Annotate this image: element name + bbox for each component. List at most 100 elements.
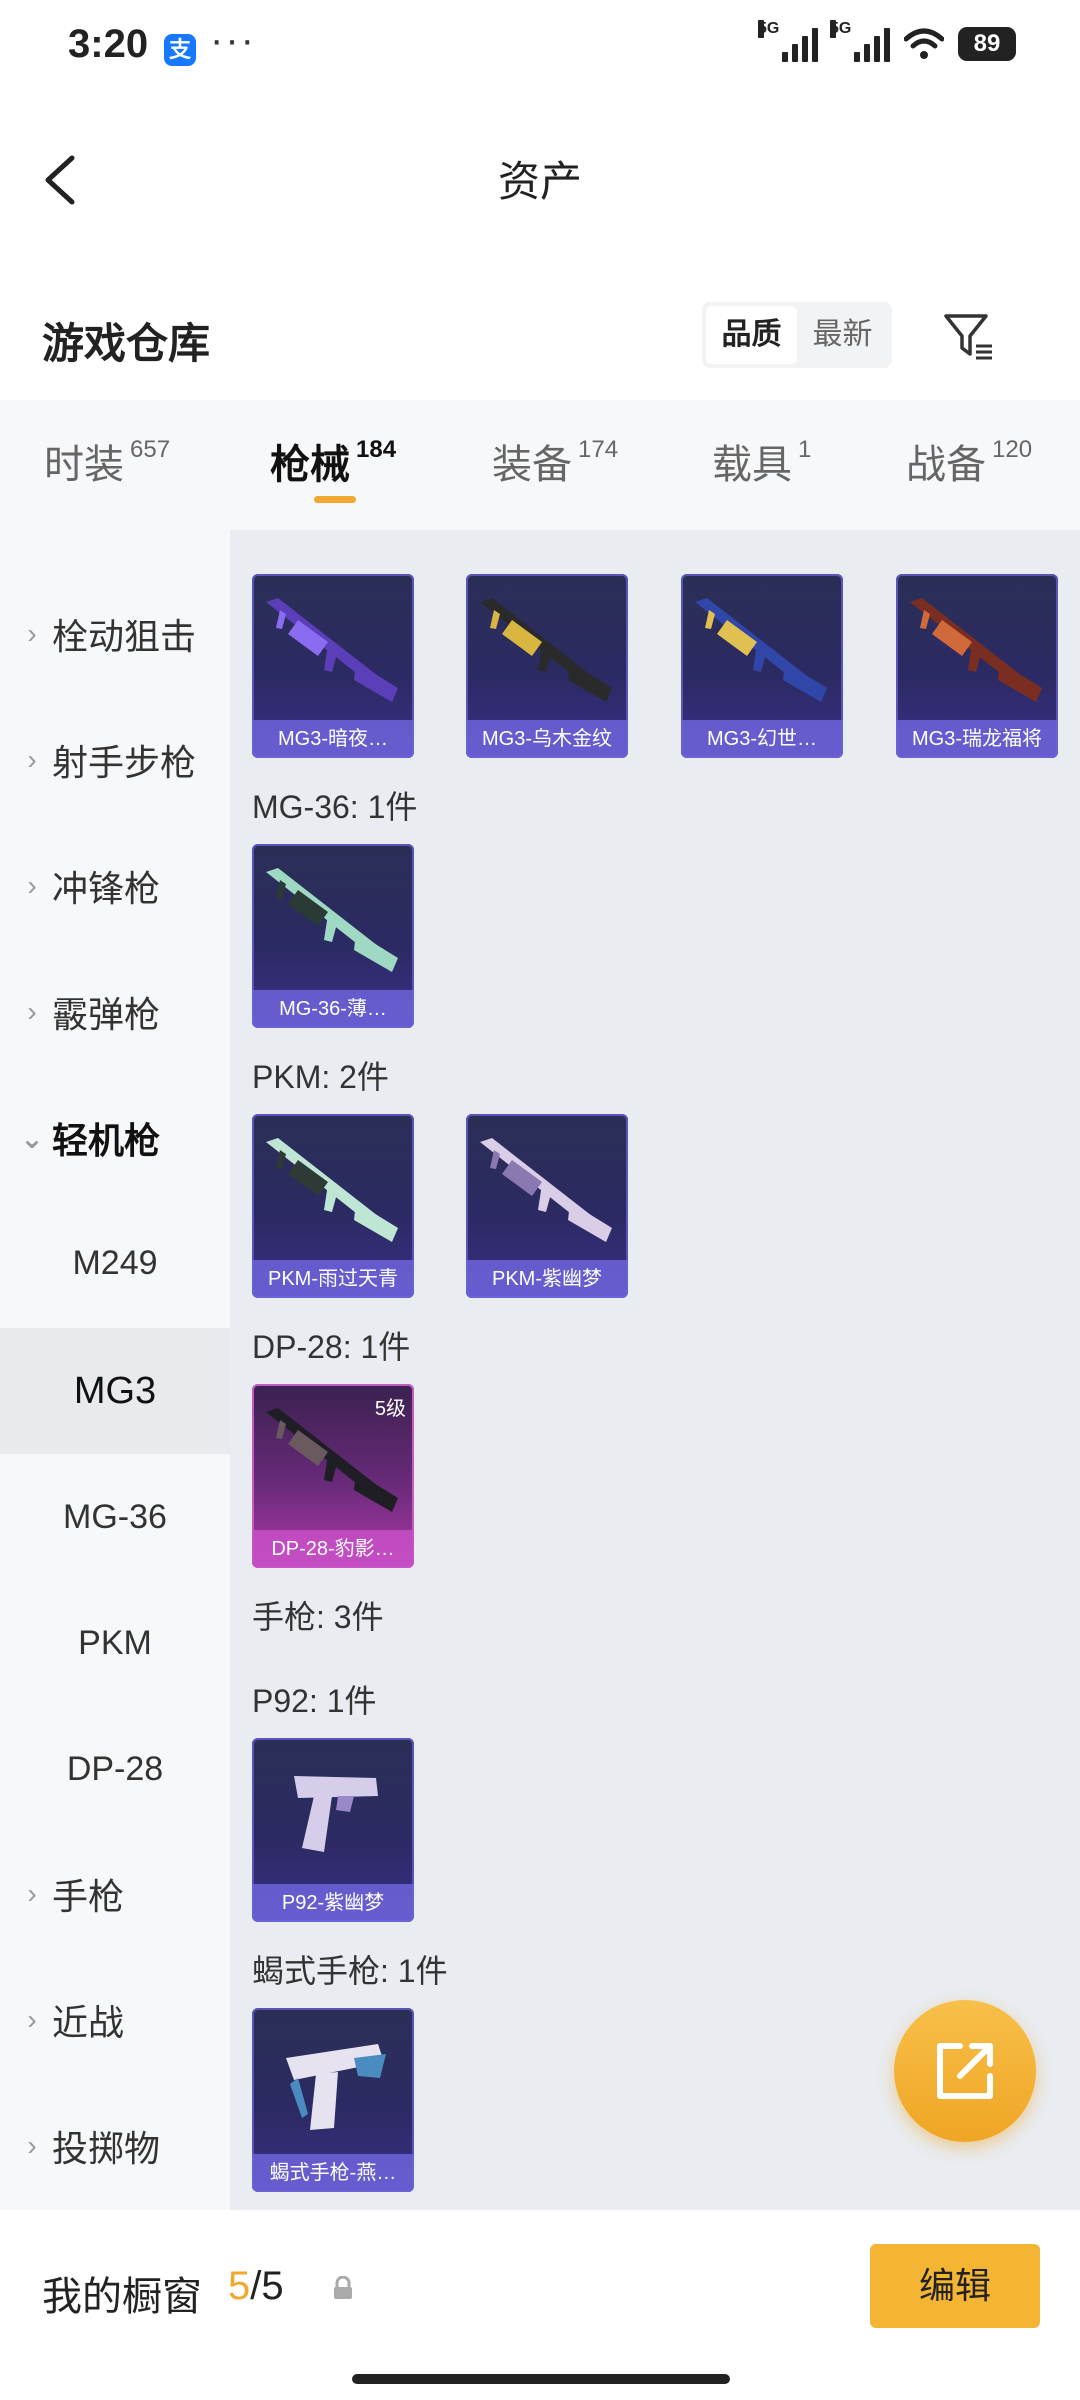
sidebar-subitem-dp28[interactable]: DP-28 bbox=[0, 1706, 230, 1832]
tab-supplies[interactable]: 战备 120 bbox=[906, 432, 1032, 490]
weapon-skin-name: PKM-雨过天青 bbox=[252, 1260, 414, 1298]
alipay-icon: 支 bbox=[164, 34, 196, 66]
weapon-skin-card[interactable]: MG3-乌木金纹 bbox=[466, 574, 628, 758]
machine-gun-icon bbox=[695, 598, 827, 702]
weapon-skin-card[interactable]: MG3-瑞龙福将 bbox=[896, 574, 1058, 758]
sort-toggle: 品质 最新 bbox=[702, 302, 892, 368]
weapon-skin-name: PKM-紫幽梦 bbox=[466, 1260, 628, 1298]
group-label-dp28: DP-28: 1件 bbox=[252, 1329, 411, 1365]
weapon-part-2 bbox=[336, 1796, 354, 1812]
weapon-part-2 bbox=[998, 662, 1042, 702]
chevron-right-icon: › bbox=[27, 2130, 37, 2161]
tab-count: 174 bbox=[578, 436, 619, 463]
group-label-scorpion: 蝎式手枪: 1件 bbox=[252, 1953, 448, 1989]
sidebar-subitem-pkm[interactable]: PKM bbox=[0, 1580, 230, 1706]
weapon-part-2 bbox=[354, 1472, 398, 1512]
chevron-right-icon: › bbox=[27, 870, 37, 901]
weapon-skin-name: 蝎式手枪-燕… bbox=[252, 2154, 414, 2192]
status-indicators: 5G 5G 89 bbox=[758, 20, 1016, 62]
weapon-part-2 bbox=[354, 932, 398, 972]
chevron-right-icon: › bbox=[27, 996, 37, 1027]
group-label-mg36: MG-36: 1件 bbox=[252, 789, 418, 825]
tab-guns[interactable]: 枪械 184 bbox=[270, 432, 396, 490]
section-title: 游戏仓库 bbox=[42, 320, 211, 367]
sidebar-item-bolt-sniper[interactable]: › 栓动狙击 bbox=[0, 574, 230, 694]
page-title: 资产 bbox=[497, 158, 582, 205]
tab-count: 184 bbox=[356, 436, 397, 463]
sort-quality-option[interactable]: 品质 bbox=[706, 306, 797, 364]
machine-gun-icon bbox=[480, 598, 612, 702]
chevron-right-icon: › bbox=[27, 2004, 37, 2035]
machine-gun-icon bbox=[910, 598, 1042, 702]
sidebar-item-throwables[interactable]: › 投掷物 bbox=[0, 2086, 230, 2206]
weapon-part-2 bbox=[354, 1202, 398, 1242]
tab-vehicles[interactable]: 载具 1 bbox=[712, 432, 811, 490]
share-button[interactable] bbox=[894, 2000, 1036, 2142]
sidebar-item-label: 轻机枪 bbox=[52, 1120, 161, 1161]
weapon-skin-name: MG3-瑞龙福将 bbox=[896, 720, 1058, 758]
status-time: 3:20 bbox=[68, 22, 149, 66]
weapon-skin-card[interactable]: PKM-紫幽梦 bbox=[466, 1114, 628, 1298]
weapon-skin-name: P92-紫幽梦 bbox=[252, 1884, 414, 1922]
battery-icon: 89 bbox=[958, 27, 1016, 61]
pistol-icon bbox=[294, 1776, 378, 1852]
tab-count: 120 bbox=[992, 436, 1033, 463]
weapon-skin-card[interactable]: MG3-暗夜… bbox=[252, 574, 414, 758]
weapon-skin-card[interactable]: MG-36-薄… bbox=[252, 844, 414, 1028]
sidebar-item-label: 霰弹枪 bbox=[52, 994, 161, 1035]
sidebar-subitem-mg36[interactable]: MG-36 bbox=[0, 1454, 230, 1580]
group-label-pkm: PKM: 2件 bbox=[252, 1059, 389, 1095]
weapon-skin-card[interactable]: 5级 DP-28-豹影… bbox=[252, 1384, 414, 1568]
weapon-part-1 bbox=[302, 1796, 332, 1852]
edit-button[interactable]: 编辑 bbox=[870, 2244, 1040, 2328]
weapon-part-2 bbox=[568, 1202, 612, 1242]
sidebar-item-smg[interactable]: › 冲锋枪 bbox=[0, 826, 230, 946]
weapon-skin-card[interactable]: MG3-幻世… bbox=[681, 574, 843, 758]
weapon-skin-name: MG3-暗夜… bbox=[252, 720, 414, 758]
machine-gun-icon bbox=[266, 868, 398, 972]
chevron-right-icon: › bbox=[27, 1878, 37, 1909]
weapon-skin-name: MG3-乌木金纹 bbox=[466, 720, 628, 758]
sidebar-item-melee[interactable]: › 近战 bbox=[0, 1960, 230, 2080]
sidebar-item-label: 射手步枪 bbox=[52, 742, 197, 783]
network-type-label: 5G bbox=[830, 20, 852, 38]
machine-gun-icon bbox=[480, 1138, 612, 1242]
sidebar-item-pistol[interactable]: › 手枪 bbox=[0, 1834, 230, 1954]
showcase-label: 我的橱窗 bbox=[42, 2275, 202, 2319]
chevron-down-icon: ⌄ bbox=[20, 1122, 44, 1154]
weapon-skin-name: MG-36-薄… bbox=[252, 990, 414, 1028]
weapon-skin-name: MG3-幻世… bbox=[681, 720, 843, 758]
sidebar-item-lmg[interactable]: ⌄ 轻机枪 bbox=[0, 1078, 230, 1198]
showcase-count: 5/5 bbox=[228, 2264, 284, 2308]
sidebar-subitem-m249[interactable]: M249 bbox=[0, 1200, 230, 1326]
tab-fashion[interactable]: 时装 657 bbox=[44, 432, 170, 490]
tab-count: 1 bbox=[798, 436, 812, 463]
level-badge: 5级 bbox=[374, 1398, 406, 1420]
sidebar-item-label: 冲锋枪 bbox=[52, 868, 161, 909]
sidebar-item-marksman-rifle[interactable]: › 射手步枪 bbox=[0, 700, 230, 820]
lock-icon bbox=[334, 2276, 352, 2299]
weapon-skin-card[interactable]: 蝎式手枪-燕… bbox=[252, 2008, 414, 2192]
filter-icon[interactable] bbox=[940, 308, 996, 364]
tab-equipment[interactable]: 装备 174 bbox=[492, 432, 618, 490]
signal-icon: 5G bbox=[830, 20, 890, 62]
sort-newest-option[interactable]: 最新 bbox=[797, 306, 888, 364]
weapon-skin-card[interactable]: P92-紫幽梦 bbox=[252, 1738, 414, 1922]
more-notifications-icon: ··· bbox=[210, 18, 256, 62]
weapon-skin-name: DP-28-豹影… bbox=[252, 1530, 414, 1568]
machine-gun-icon bbox=[266, 1138, 398, 1242]
sidebar-item-shotgun[interactable]: › 霰弹枪 bbox=[0, 952, 230, 1072]
sidebar-item-label: 近战 bbox=[52, 2002, 125, 2043]
active-tab-indicator bbox=[314, 496, 356, 503]
sidebar-subitem-mg3[interactable]: MG3 bbox=[0, 1328, 230, 1454]
group-label-pistols: 手枪: 3件 bbox=[252, 1599, 384, 1635]
weapon-part-0 bbox=[294, 1776, 378, 1798]
weapon-part-2 bbox=[354, 2054, 386, 2078]
weapon-part-1 bbox=[310, 2072, 338, 2130]
weapon-skin-card[interactable]: PKM-雨过天青 bbox=[252, 1114, 414, 1298]
chevron-right-icon: › bbox=[27, 744, 37, 775]
group-label-p92: P92: 1件 bbox=[252, 1683, 377, 1719]
sidebar-item-label: 手枪 bbox=[52, 1876, 125, 1917]
sidebar-item-label: 投掷物 bbox=[52, 2128, 161, 2169]
weapon-part-2 bbox=[568, 662, 612, 702]
